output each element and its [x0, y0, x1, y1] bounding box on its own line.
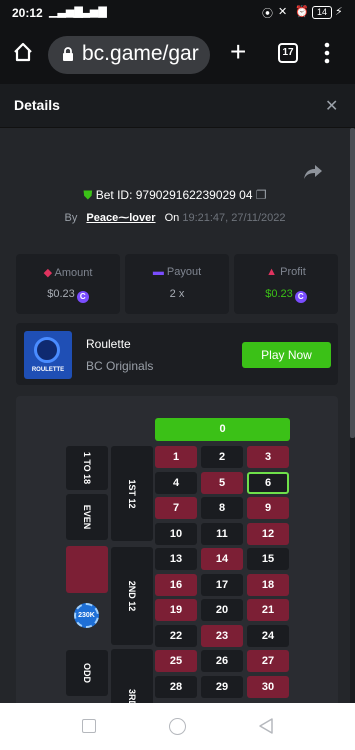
- tab-count-button[interactable]: 17: [278, 43, 298, 63]
- cell-28[interactable]: 28: [155, 675, 197, 698]
- details-header: Details ✕: [0, 84, 355, 128]
- cell-23[interactable]: 23: [201, 624, 243, 647]
- cell-24[interactable]: 24: [247, 624, 289, 647]
- cell-8[interactable]: 8: [201, 497, 243, 519]
- cell-16[interactable]: 16: [155, 573, 197, 596]
- cast-icon: ⦿: [262, 8, 273, 20]
- roulette-wheel-icon: [34, 337, 60, 363]
- on-label: On: [164, 212, 180, 224]
- browser-toolbar: bc.game/gar + 17: [0, 26, 355, 84]
- amount-icon: ◆: [43, 267, 53, 279]
- cell-4[interactable]: 4: [155, 471, 197, 494]
- bet-1-to-18[interactable]: 1 TO 18: [66, 446, 108, 490]
- cell-21[interactable]: 21: [247, 599, 289, 621]
- cell-zero[interactable]: 0: [155, 418, 290, 441]
- cell-5[interactable]: 5: [201, 471, 243, 494]
- cell-11[interactable]: 11: [201, 522, 243, 545]
- cell-14[interactable]: 14: [201, 548, 243, 570]
- coin-icon: C: [76, 291, 89, 303]
- payout-label: Payout: [166, 266, 202, 278]
- roulette-board: 0 1 2 3 4 5 6 7 8 9 10 11 12 13 14 15 16 17 18 19 20 21 22 23 2…: [16, 396, 338, 703]
- close-icon[interactable]: ✕: [325, 96, 338, 116]
- bet-datetime: 19:21:47, 27/11/2022: [182, 212, 286, 224]
- cell-6[interactable]: 6: [247, 471, 289, 494]
- cell-13[interactable]: 13: [155, 548, 197, 570]
- home-icon[interactable]: [12, 41, 34, 68]
- bet-meta-row: By Peace⁓lover On 19:21:47, 27/11/2022: [0, 211, 350, 224]
- profit-value: $0.23: [265, 288, 293, 300]
- bet-2nd-12[interactable]: 2ND 12: [111, 547, 153, 645]
- bet-3rd-12[interactable]: 3RD: [111, 649, 153, 703]
- bet-details-panel: ⛊ Bet ID: 979029162239029 04 ❐ By Peace⁓…: [0, 128, 350, 703]
- bet-odd[interactable]: ODD: [66, 650, 108, 696]
- charging-icon: ⚡: [335, 6, 343, 18]
- url-text: bc.game/gar: [82, 42, 199, 65]
- cell-19[interactable]: 19: [155, 599, 197, 621]
- amount-label: Amount: [54, 267, 93, 279]
- recents-icon[interactable]: [82, 719, 96, 733]
- back-icon[interactable]: [258, 717, 274, 740]
- game-thumbnail[interactable]: ROULETTE: [24, 331, 72, 379]
- cell-3[interactable]: 3: [247, 446, 289, 468]
- coin-icon: C: [294, 291, 307, 303]
- profit-label: Profit: [280, 266, 306, 278]
- cell-20[interactable]: 20: [201, 599, 243, 621]
- cell-1[interactable]: 1: [155, 446, 197, 468]
- by-label: By: [64, 212, 78, 224]
- payout-box: ▬ Payout 2 x: [125, 254, 229, 314]
- verified-shield-icon: ⛊: [83, 188, 93, 202]
- game-card: ROULETTE Roulette BC Originals Play Now: [16, 323, 338, 385]
- profit-box: ▲ Profit $0.23 C: [234, 254, 338, 314]
- system-nav-bar: [0, 703, 355, 750]
- cell-25[interactable]: 25: [155, 650, 197, 672]
- page-title: Details: [14, 97, 60, 113]
- cell-30[interactable]: 30: [247, 675, 289, 698]
- game-name: Roulette: [86, 337, 131, 351]
- browser-menu-icon[interactable]: [324, 42, 330, 69]
- cell-18[interactable]: 18: [247, 573, 289, 596]
- scrollbar[interactable]: [350, 128, 355, 703]
- status-time: 20:12: [12, 6, 43, 20]
- cell-10[interactable]: 10: [155, 522, 197, 545]
- bet-black[interactable]: 230K: [66, 598, 108, 644]
- scroll-thumb[interactable]: [350, 128, 355, 438]
- username[interactable]: Peace⁓lover: [86, 212, 155, 224]
- game-provider: BC Originals: [86, 359, 154, 373]
- cell-2[interactable]: 2: [201, 446, 243, 468]
- cell-7[interactable]: 7: [155, 497, 197, 519]
- status-bar: 20:12 ▁▃▅▇ ▁▃▅▇ ··· ⦿ ✕ ⏰ 14 ⚡: [0, 0, 355, 26]
- mute-icon: ✕: [278, 6, 288, 18]
- cell-22[interactable]: 22: [155, 624, 197, 647]
- lock-icon: [62, 47, 74, 67]
- thumbnail-label: ROULETTE: [31, 367, 65, 373]
- cell-17[interactable]: 17: [201, 573, 243, 596]
- play-now-button[interactable]: Play Now: [242, 342, 331, 368]
- cell-26[interactable]: 26: [201, 650, 243, 672]
- alarm-icon: ⏰: [295, 6, 309, 18]
- cell-12[interactable]: 12: [247, 522, 289, 545]
- profit-icon: ▲: [266, 266, 278, 278]
- cell-27[interactable]: 27: [247, 650, 289, 672]
- home-nav-icon[interactable]: [169, 718, 186, 735]
- cell-9[interactable]: 9: [247, 497, 289, 519]
- copy-icon[interactable]: ❐: [256, 188, 267, 202]
- payout-value: 2 x: [169, 288, 185, 300]
- bet-even[interactable]: EVEN: [66, 494, 108, 540]
- amount-value: $0.23: [47, 288, 75, 300]
- share-icon[interactable]: [303, 164, 323, 185]
- bet-id: Bet ID: 979029162239029 04: [95, 188, 253, 202]
- payout-icon: ▬: [152, 266, 164, 278]
- chip-icon: 230K: [74, 603, 99, 628]
- cell-29[interactable]: 29: [201, 675, 243, 698]
- status-more: ···: [95, 4, 107, 18]
- amount-box: ◆ Amount $0.23 C: [16, 254, 120, 314]
- bet-id-row: ⛊ Bet ID: 979029162239029 04 ❐: [0, 188, 350, 203]
- address-bar[interactable]: bc.game/gar: [48, 36, 210, 74]
- bet-red[interactable]: [66, 546, 108, 593]
- new-tab-icon[interactable]: +: [230, 38, 246, 66]
- bet-1st-12[interactable]: 1ST 12: [111, 446, 153, 541]
- battery-icon: 14: [312, 6, 332, 19]
- cell-15[interactable]: 15: [247, 548, 289, 570]
